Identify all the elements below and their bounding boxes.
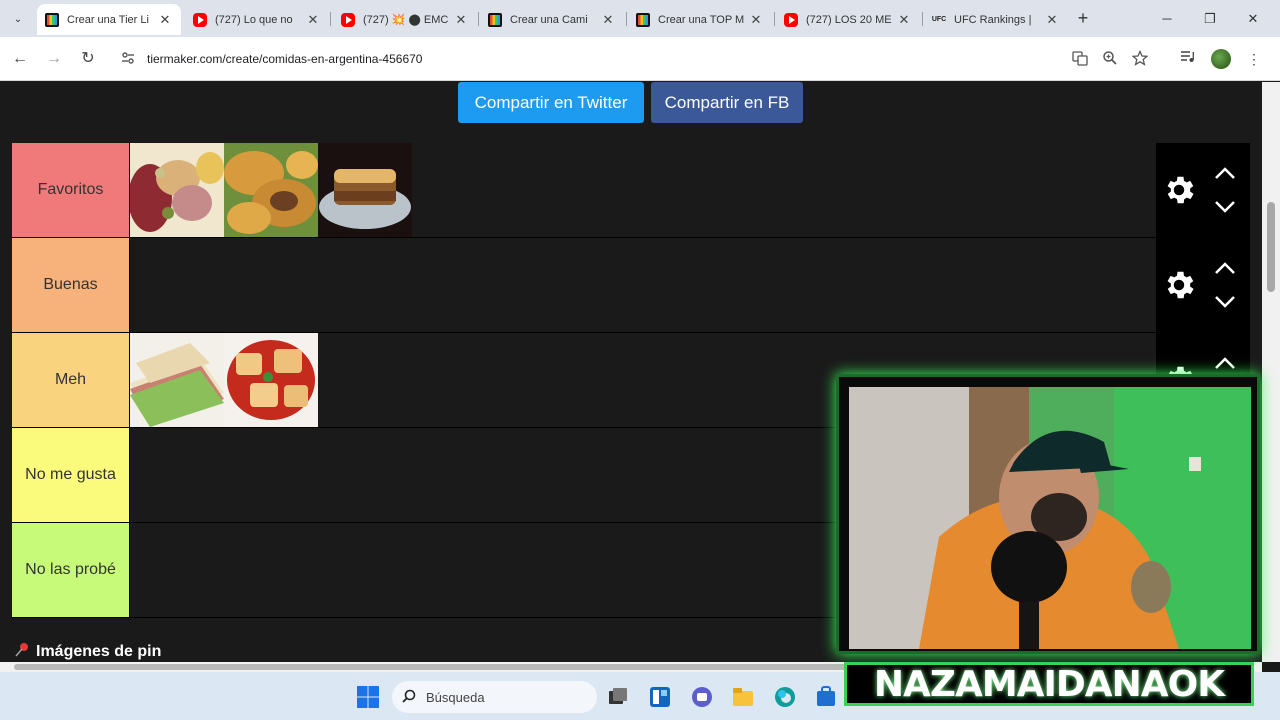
- windows-start-icon[interactable]: [356, 685, 380, 709]
- tab-strip: ⌄ Crear una Tier Li ✕ (727) Lo que no ✕ …: [0, 0, 1280, 37]
- minimize-icon[interactable]: ─: [1152, 8, 1182, 30]
- pushpin-icon: [14, 642, 30, 661]
- tier-controls: [1156, 143, 1250, 237]
- sandwich-de-miga-image[interactable]: [130, 333, 224, 427]
- tab-title: Crear una TOP M: [658, 13, 744, 26]
- tab-tiermaker-3[interactable]: Crear una TOP M ✕: [628, 4, 772, 35]
- microsoft-store-icon[interactable]: [814, 685, 838, 709]
- close-tab-icon[interactable]: ✕: [157, 12, 173, 28]
- share-twitter-button[interactable]: Compartir en Twitter: [458, 82, 644, 123]
- tier-label[interactable]: No las probé: [12, 523, 130, 617]
- task-view-icon[interactable]: [606, 685, 630, 709]
- forward-icon[interactable]: →: [43, 48, 65, 70]
- tiermaker-icon: [636, 12, 650, 27]
- tiermaker-icon: [45, 12, 59, 27]
- tier-row-buenas: Buenas: [12, 238, 1250, 333]
- close-tab-icon[interactable]: ✕: [748, 12, 764, 28]
- taskbar-search-input[interactable]: Búsqueda: [392, 681, 597, 713]
- tier-row-favoritos: Favoritos: [12, 143, 1250, 238]
- tab-search-chevron-icon[interactable]: ⌄: [6, 8, 30, 30]
- tier-items[interactable]: [130, 238, 1250, 332]
- back-icon[interactable]: ←: [9, 48, 31, 70]
- new-tab-button[interactable]: +: [1072, 8, 1094, 30]
- tab-youtube-1[interactable]: (727) Lo que no ✕: [185, 4, 329, 35]
- tab-title: Crear una Tier Li: [67, 13, 149, 26]
- tab-ufc[interactable]: UFC UFC Rankings | ✕: [924, 4, 1068, 35]
- tab-youtube-2[interactable]: (727) 💥 ⬤ EMC ✕: [333, 4, 477, 35]
- zoom-icon[interactable]: [1100, 50, 1120, 70]
- webcam-video: [849, 387, 1251, 649]
- edge-browser-icon[interactable]: [773, 685, 797, 709]
- tier-label[interactable]: No me gusta: [12, 428, 130, 522]
- move-up-icon[interactable]: [1213, 260, 1237, 276]
- tab-youtube-3[interactable]: (727) LOS 20 ME ✕: [776, 4, 920, 35]
- bookmark-star-icon[interactable]: [1130, 49, 1150, 70]
- tiermaker-icon: [488, 12, 502, 27]
- browser-toolbar: ← → ↻ tiermaker.com/create/comidas-en-ar…: [0, 37, 1280, 81]
- search-icon: [402, 689, 416, 706]
- move-up-icon[interactable]: [1213, 355, 1237, 371]
- webcam-overlay: NAZAMAIDANAOK: [836, 374, 1260, 720]
- tier-items[interactable]: [130, 143, 1250, 237]
- youtube-icon: [784, 12, 798, 27]
- scrollbar-thumb[interactable]: [1267, 202, 1275, 292]
- close-tab-icon[interactable]: ✕: [896, 12, 912, 28]
- move-down-icon[interactable]: [1213, 294, 1237, 310]
- search-placeholder: Búsqueda: [426, 689, 485, 705]
- tab-title: UFC Rankings |: [954, 13, 1032, 26]
- tab-title: (727) 💥 ⬤ EMC: [363, 14, 449, 26]
- pastel-de-papa-image[interactable]: [318, 143, 412, 237]
- gear-icon[interactable]: [1161, 172, 1197, 208]
- profile-avatar[interactable]: [1211, 49, 1231, 69]
- close-tab-icon[interactable]: ✕: [600, 12, 616, 28]
- streamer-name-banner: NAZAMAIDANAOK: [844, 662, 1254, 706]
- move-up-icon[interactable]: [1213, 165, 1237, 181]
- tier-controls: [1156, 238, 1250, 332]
- tier-label[interactable]: Meh: [12, 333, 130, 427]
- vertical-scrollbar[interactable]: [1262, 82, 1280, 662]
- ravioles-image[interactable]: [224, 333, 318, 427]
- restore-icon[interactable]: ❐: [1195, 8, 1225, 30]
- move-down-icon[interactable]: [1213, 199, 1237, 215]
- empanadas-image[interactable]: [224, 143, 318, 237]
- browser-menu-icon[interactable]: ⋮: [1243, 48, 1265, 70]
- close-window-icon[interactable]: ✕: [1238, 8, 1268, 30]
- youtube-icon: [193, 12, 207, 27]
- tier-label[interactable]: Buenas: [12, 238, 130, 332]
- file-explorer-icon[interactable]: [731, 685, 755, 709]
- translate-icon[interactable]: [1070, 50, 1090, 70]
- reload-icon[interactable]: ↻: [77, 48, 99, 70]
- tab-title: Crear una Cami: [510, 13, 588, 26]
- share-facebook-button[interactable]: Compartir en FB: [651, 82, 803, 123]
- tab-title: (727) Lo que no: [215, 13, 293, 26]
- pin-images-heading: Imágenes de pin: [14, 642, 161, 661]
- close-tab-icon[interactable]: ✕: [453, 12, 469, 28]
- tab-tiermaker-2[interactable]: Crear una Cami ✕: [480, 4, 624, 35]
- teams-chat-icon[interactable]: [690, 685, 714, 709]
- tab-tiermaker-active[interactable]: Crear una Tier Li ✕: [37, 4, 181, 35]
- site-settings-icon[interactable]: [120, 51, 136, 67]
- gear-icon[interactable]: [1161, 267, 1197, 303]
- tier-label[interactable]: Favoritos: [12, 143, 130, 237]
- widgets-icon[interactable]: [648, 685, 672, 709]
- close-tab-icon[interactable]: ✕: [1044, 12, 1060, 28]
- pin-images-label: Imágenes de pin: [36, 642, 162, 660]
- youtube-icon: [341, 12, 355, 27]
- close-tab-icon[interactable]: ✕: [305, 12, 321, 28]
- tab-title: (727) LOS 20 ME: [806, 13, 892, 26]
- url-text: tiermaker.com/create/comidas-en-argentin…: [147, 52, 423, 66]
- ufc-icon: UFC: [931, 16, 947, 23]
- picada-platter-image[interactable]: [130, 143, 224, 237]
- media-controls-icon[interactable]: [1176, 48, 1198, 70]
- webcam-frame: [836, 374, 1260, 654]
- address-bar[interactable]: tiermaker.com/create/comidas-en-argentin…: [110, 44, 1162, 74]
